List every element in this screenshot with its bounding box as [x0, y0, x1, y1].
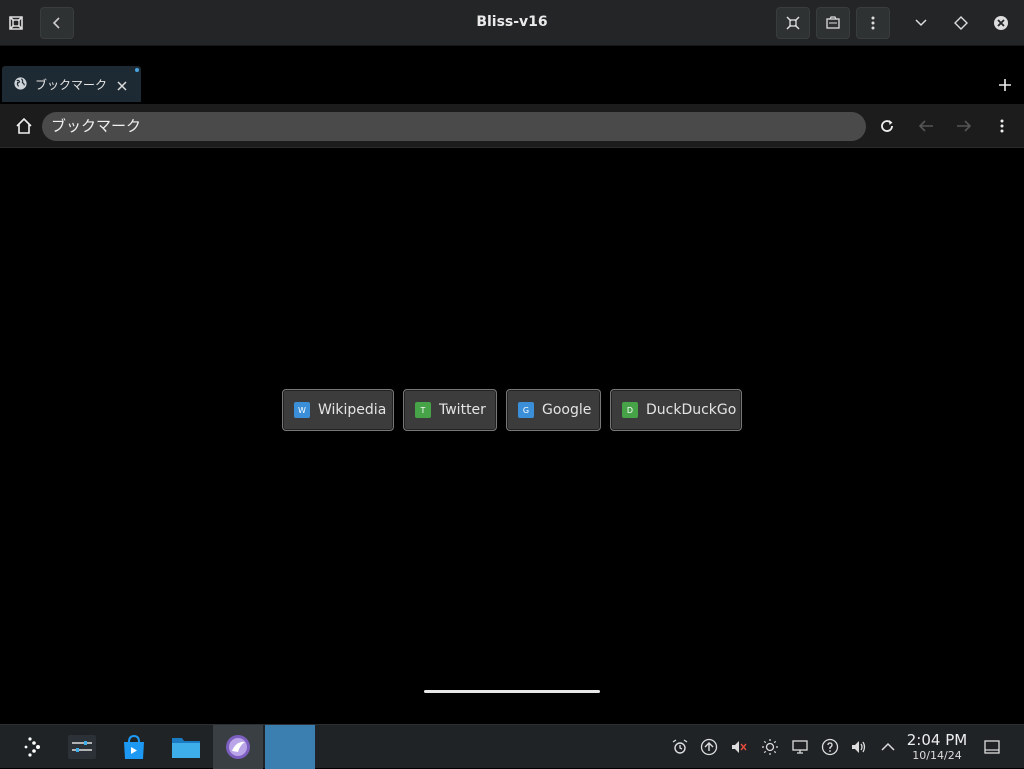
tab-label: ブックマーク: [35, 78, 108, 92]
window-titlebar: Bliss-v16: [0, 0, 1024, 46]
bookmark-wikipedia[interactable]: W Wikipedia: [282, 389, 394, 431]
tab-bar: ブックマーク: [0, 46, 1024, 104]
bookmark-duckduckgo[interactable]: D DuckDuckGo: [610, 389, 742, 431]
tab-bookmarks[interactable]: ブックマーク: [2, 66, 141, 102]
bookmark-google[interactable]: G Google: [506, 389, 601, 431]
wikipedia-favicon-icon: W: [294, 402, 310, 418]
browser-icon[interactable]: [213, 725, 263, 769]
fullscreen-button[interactable]: [776, 7, 810, 39]
gesture-home-indicator[interactable]: [424, 690, 600, 693]
files-icon[interactable]: [161, 725, 211, 769]
bookmark-label: DuckDuckGo: [646, 402, 737, 418]
clock[interactable]: 2:04 PM 10/14/24: [900, 731, 974, 762]
bookmark-twitter[interactable]: T Twitter: [403, 389, 497, 431]
help-icon[interactable]: [820, 737, 840, 757]
screenshot-button[interactable]: [816, 7, 850, 39]
display-icon[interactable]: [790, 737, 810, 757]
close-tab-icon[interactable]: [116, 77, 128, 96]
duckduckgo-favicon-icon: D: [622, 402, 638, 418]
clock-time: 2:04 PM: [906, 731, 968, 749]
bookmark-label: Twitter: [439, 402, 486, 418]
close-window-icon[interactable]: [986, 8, 1016, 38]
forward-arrow-icon[interactable]: [950, 112, 978, 140]
browser-toolbar: ブックマーク: [0, 104, 1024, 148]
brightness-icon[interactable]: [760, 737, 780, 757]
mute-speaker-icon[interactable]: [729, 737, 749, 757]
maximize-icon[interactable]: [946, 8, 976, 38]
more-options-button[interactable]: [856, 7, 890, 39]
back-window-button[interactable]: [40, 7, 74, 39]
show-desktop-icon[interactable]: [982, 737, 1002, 757]
taskbar: 2:04 PM 10/14/24: [0, 724, 1024, 769]
new-tab-icon[interactable]: [994, 74, 1016, 96]
globe-icon: [13, 76, 28, 95]
bookmark-label: Wikipedia: [318, 402, 387, 418]
volume-icon[interactable]: [849, 737, 869, 757]
twitter-favicon-icon: T: [415, 402, 431, 418]
back-arrow-icon[interactable]: [912, 112, 940, 140]
settings-sliders-icon[interactable]: [57, 725, 107, 769]
address-bar[interactable]: ブックマーク: [42, 112, 866, 141]
tray-expand-icon[interactable]: [878, 737, 898, 757]
tab-indicator-dot: [135, 68, 139, 72]
minimize-icon[interactable]: [906, 8, 936, 38]
app-launcher-icon[interactable]: [8, 725, 58, 769]
browser-menu-icon[interactable]: [988, 112, 1016, 140]
page-content: W Wikipedia T Twitter G Google D DuckDuc…: [0, 148, 1024, 724]
google-favicon-icon: G: [518, 402, 534, 418]
clock-date: 10/14/24: [912, 749, 962, 762]
active-window[interactable]: [265, 725, 315, 769]
app-menu-icon[interactable]: [1, 8, 31, 38]
bookmark-label: Google: [542, 402, 592, 418]
app-store-icon[interactable]: [109, 725, 159, 769]
sync-icon[interactable]: [699, 737, 719, 757]
alarm-icon[interactable]: [670, 737, 690, 757]
reload-icon[interactable]: [873, 112, 901, 140]
home-icon[interactable]: [10, 112, 38, 140]
